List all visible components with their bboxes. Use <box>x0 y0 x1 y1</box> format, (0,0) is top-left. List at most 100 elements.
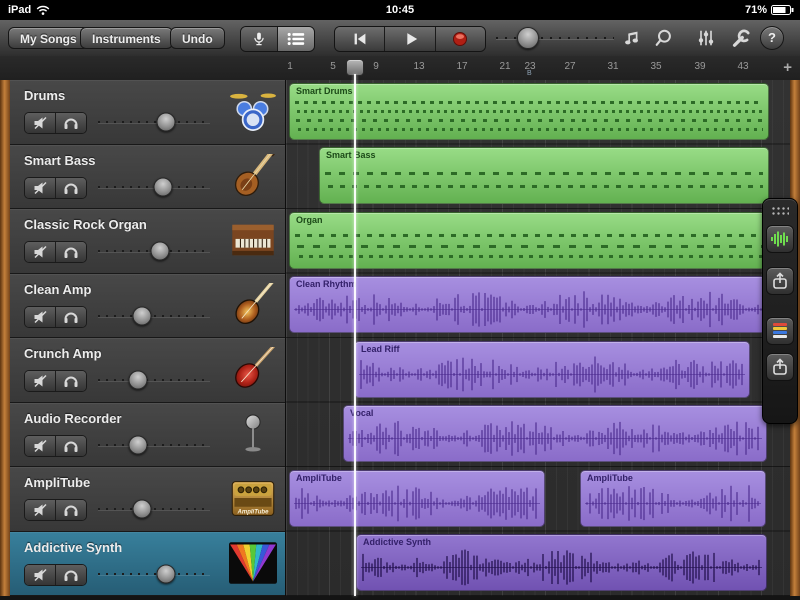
grip-icon[interactable] <box>771 206 789 217</box>
arrange-area: Drums Smart Bass Classic Rock Organ Clea… <box>0 80 800 600</box>
toolbar: My Songs Instruments Undo ? <box>0 20 800 57</box>
rewind-button[interactable] <box>335 27 385 51</box>
timeline-ruler[interactable]: 1 5 9 13 17 21 23 27 31 35 39 43 B + <box>0 56 800 81</box>
instruments-button[interactable]: Instruments <box>80 27 173 49</box>
volume-knob[interactable] <box>156 112 176 132</box>
track-header-addictive-synth[interactable]: Addictive Synth <box>10 531 285 596</box>
measure-label: 13 <box>413 61 425 72</box>
mute-button[interactable] <box>25 177 55 198</box>
region-lead-riff[interactable]: Lead Riff <box>354 341 750 398</box>
track-volume-slider[interactable] <box>96 564 212 583</box>
undo-button[interactable]: Undo <box>170 27 225 49</box>
solo-button[interactable] <box>55 242 86 262</box>
mute-button[interactable] <box>25 500 55 520</box>
mute-speaker-icon <box>33 116 47 130</box>
master-volume-slider[interactable] <box>494 25 616 51</box>
solo-button[interactable] <box>55 177 86 198</box>
master-volume-knob[interactable] <box>517 27 540 49</box>
volume-knob[interactable] <box>128 370 148 390</box>
track-header-audio-recorder[interactable]: Audio Recorder <box>10 402 285 467</box>
share-icon <box>773 358 787 375</box>
track-volume-slider[interactable] <box>96 370 212 390</box>
track-volume-slider[interactable] <box>96 241 212 261</box>
solo-button[interactable] <box>55 306 86 327</box>
volume-knob[interactable] <box>150 241 170 261</box>
region-smart-bass[interactable]: Smart Bass <box>319 147 769 204</box>
electric-guitar-icon[interactable] <box>227 282 279 328</box>
track-header-crunch-amp[interactable]: Crunch Amp <box>10 338 285 403</box>
play-button[interactable] <box>384 27 435 51</box>
region-amplitube-2[interactable]: AmpliTube <box>580 470 766 527</box>
mute-button[interactable] <box>25 306 55 327</box>
mute-button[interactable] <box>25 113 55 133</box>
track-header-classic-rock-organ[interactable]: Classic Rock Organ <box>10 209 285 274</box>
red-guitar-icon[interactable] <box>227 346 279 392</box>
solo-button[interactable] <box>55 500 86 520</box>
rainbow-synth-icon[interactable] <box>227 540 279 586</box>
solo-button[interactable] <box>55 564 86 585</box>
share-tool-button-2[interactable] <box>766 353 794 381</box>
mute-button[interactable] <box>25 435 55 456</box>
region-vocal[interactable]: Vocal <box>343 405 767 462</box>
region-label: Smart Drums <box>296 86 353 96</box>
solo-button[interactable] <box>55 113 86 133</box>
region-clean-rhythm[interactable]: Clean Rhythm <box>289 276 769 333</box>
region-label: Lead Riff <box>361 344 400 354</box>
share-tool-button[interactable] <box>766 267 794 295</box>
volume-knob[interactable] <box>132 499 152 519</box>
mute-speaker-icon <box>33 245 47 259</box>
waveform <box>294 484 540 523</box>
mute-button[interactable] <box>25 564 55 585</box>
bass-guitar-icon[interactable] <box>227 153 279 199</box>
amp-icon[interactable]: AmpliTube <box>227 475 279 521</box>
track-headers-view-button[interactable] <box>277 27 314 51</box>
region-organ[interactable]: Organ <box>289 212 769 269</box>
drum-kit-icon[interactable] <box>227 88 279 134</box>
track-header-smart-bass[interactable]: Smart Bass <box>10 144 285 209</box>
midi-notes <box>295 98 763 134</box>
slider-track <box>496 37 614 39</box>
volume-knob[interactable] <box>156 564 176 583</box>
track-header-column: Drums Smart Bass Classic Rock Organ Clea… <box>10 80 285 596</box>
settings-button[interactable] <box>728 27 752 49</box>
volume-knob[interactable] <box>128 435 148 454</box>
track-header-clean-amp[interactable]: Clean Amp <box>10 273 285 338</box>
region-addictive-synth[interactable]: Addictive Synth <box>356 534 767 591</box>
region-amplitube-1[interactable]: AmpliTube <box>289 470 545 527</box>
mute-button[interactable] <box>25 242 55 262</box>
record-button[interactable] <box>434 27 485 51</box>
headphones-icon <box>64 183 78 194</box>
track-volume-slider[interactable] <box>96 112 212 132</box>
timeline[interactable]: Smart Drums Smart Bass Organ Clean Rhyth… <box>285 80 790 596</box>
jam-button[interactable] <box>652 27 676 49</box>
add-measures-button[interactable]: + <box>783 59 792 76</box>
palette-tool-button[interactable] <box>766 317 794 345</box>
audio-waveform-tool-button[interactable] <box>766 225 794 253</box>
region-smart-drums[interactable]: Smart Drums <box>289 83 769 140</box>
track-volume-slider[interactable] <box>96 435 212 454</box>
mute-button[interactable] <box>25 371 55 391</box>
help-button[interactable]: ? <box>760 26 784 50</box>
track-header-amplitube[interactable]: AmpliTube AmpliTube <box>10 467 285 532</box>
organ-icon[interactable] <box>227 217 279 263</box>
track-volume-slider[interactable] <box>96 177 212 196</box>
track-header-drums[interactable]: Drums <box>10 80 285 145</box>
status-bar: iPad 10:45 71% <box>0 0 800 20</box>
green-waveform-icon <box>771 231 788 247</box>
waveform <box>348 419 762 458</box>
solo-button[interactable] <box>55 435 86 456</box>
volume-knob[interactable] <box>132 306 152 325</box>
region-label: Smart Bass <box>326 150 376 160</box>
studio-mic-icon[interactable] <box>227 411 279 457</box>
track-volume-slider[interactable] <box>96 499 212 519</box>
track-name: Crunch Amp <box>24 346 102 361</box>
volume-knob[interactable] <box>153 177 173 196</box>
wrench-icon <box>732 29 750 47</box>
track-volume-slider[interactable] <box>96 306 212 325</box>
battery-icon <box>771 5 794 15</box>
loops-button[interactable] <box>620 27 644 49</box>
mixer-button[interactable] <box>694 27 718 49</box>
my-songs-button[interactable]: My Songs <box>8 27 89 49</box>
microphone-view-button[interactable] <box>241 27 277 51</box>
solo-button[interactable] <box>55 371 86 391</box>
